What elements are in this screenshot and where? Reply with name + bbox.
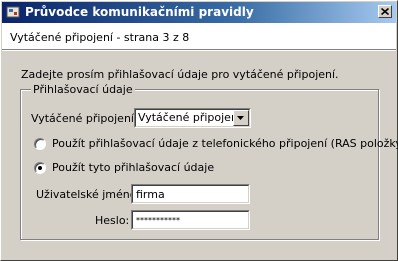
- radio-ras-label[interactable]: Použít přihlašovací údaje z telefonickéh…: [52, 137, 398, 150]
- window-title: Průvodce komunikačními pravidly: [25, 5, 254, 19]
- page-subtitle: Vytáčené připojení - strana 3 z 8: [10, 31, 190, 44]
- radio-custom-label[interactable]: Použít tyto přihlašovací údaje: [52, 161, 214, 174]
- dialup-select[interactable]: Vytáčené připojení: [134, 108, 251, 128]
- dialup-dropdown-button[interactable]: [233, 110, 249, 126]
- dialup-select-value: Vytáčené připojení: [138, 111, 241, 124]
- radio-custom-credentials[interactable]: [34, 162, 46, 174]
- username-label: Uživatelské jméno:: [36, 188, 141, 201]
- username-input[interactable]: firma: [131, 184, 250, 204]
- radio-selected-dot: [38, 166, 42, 170]
- title-bar[interactable]: Průvodce komunikačními pravidly: [2, 2, 396, 23]
- username-value: firma: [136, 188, 165, 201]
- dialup-label: Vytáčené připojení:: [31, 112, 138, 125]
- radio-ras-credentials[interactable]: [34, 138, 46, 150]
- wizard-icon: [6, 5, 20, 19]
- instruction-text: Zadejte prosím přihlašovací údaje pro vy…: [21, 68, 339, 81]
- password-input[interactable]: ***********: [131, 210, 250, 230]
- header-divider: [2, 49, 396, 51]
- password-label: Heslo:: [95, 214, 130, 227]
- close-icon: [381, 8, 389, 15]
- password-mask: ***********: [136, 216, 180, 225]
- chevron-down-icon: [237, 116, 244, 120]
- close-button[interactable]: [378, 5, 392, 18]
- wizard-window: Průvodce komunikačními pravidly Vytáčené…: [0, 0, 398, 261]
- groupbox-legend: Přihlašovací údaje: [31, 83, 135, 96]
- wizard-header: Vytáčené připojení - strana 3 z 8: [2, 23, 396, 49]
